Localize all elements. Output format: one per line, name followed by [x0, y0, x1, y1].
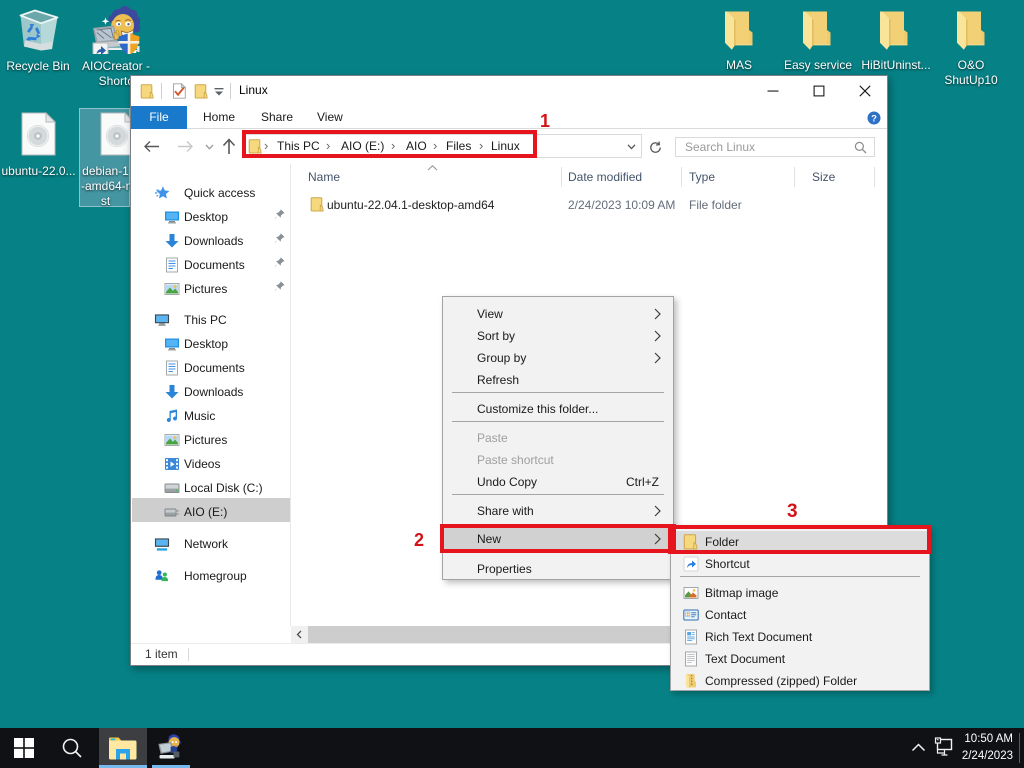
svg-text:?: ?	[871, 113, 877, 124]
